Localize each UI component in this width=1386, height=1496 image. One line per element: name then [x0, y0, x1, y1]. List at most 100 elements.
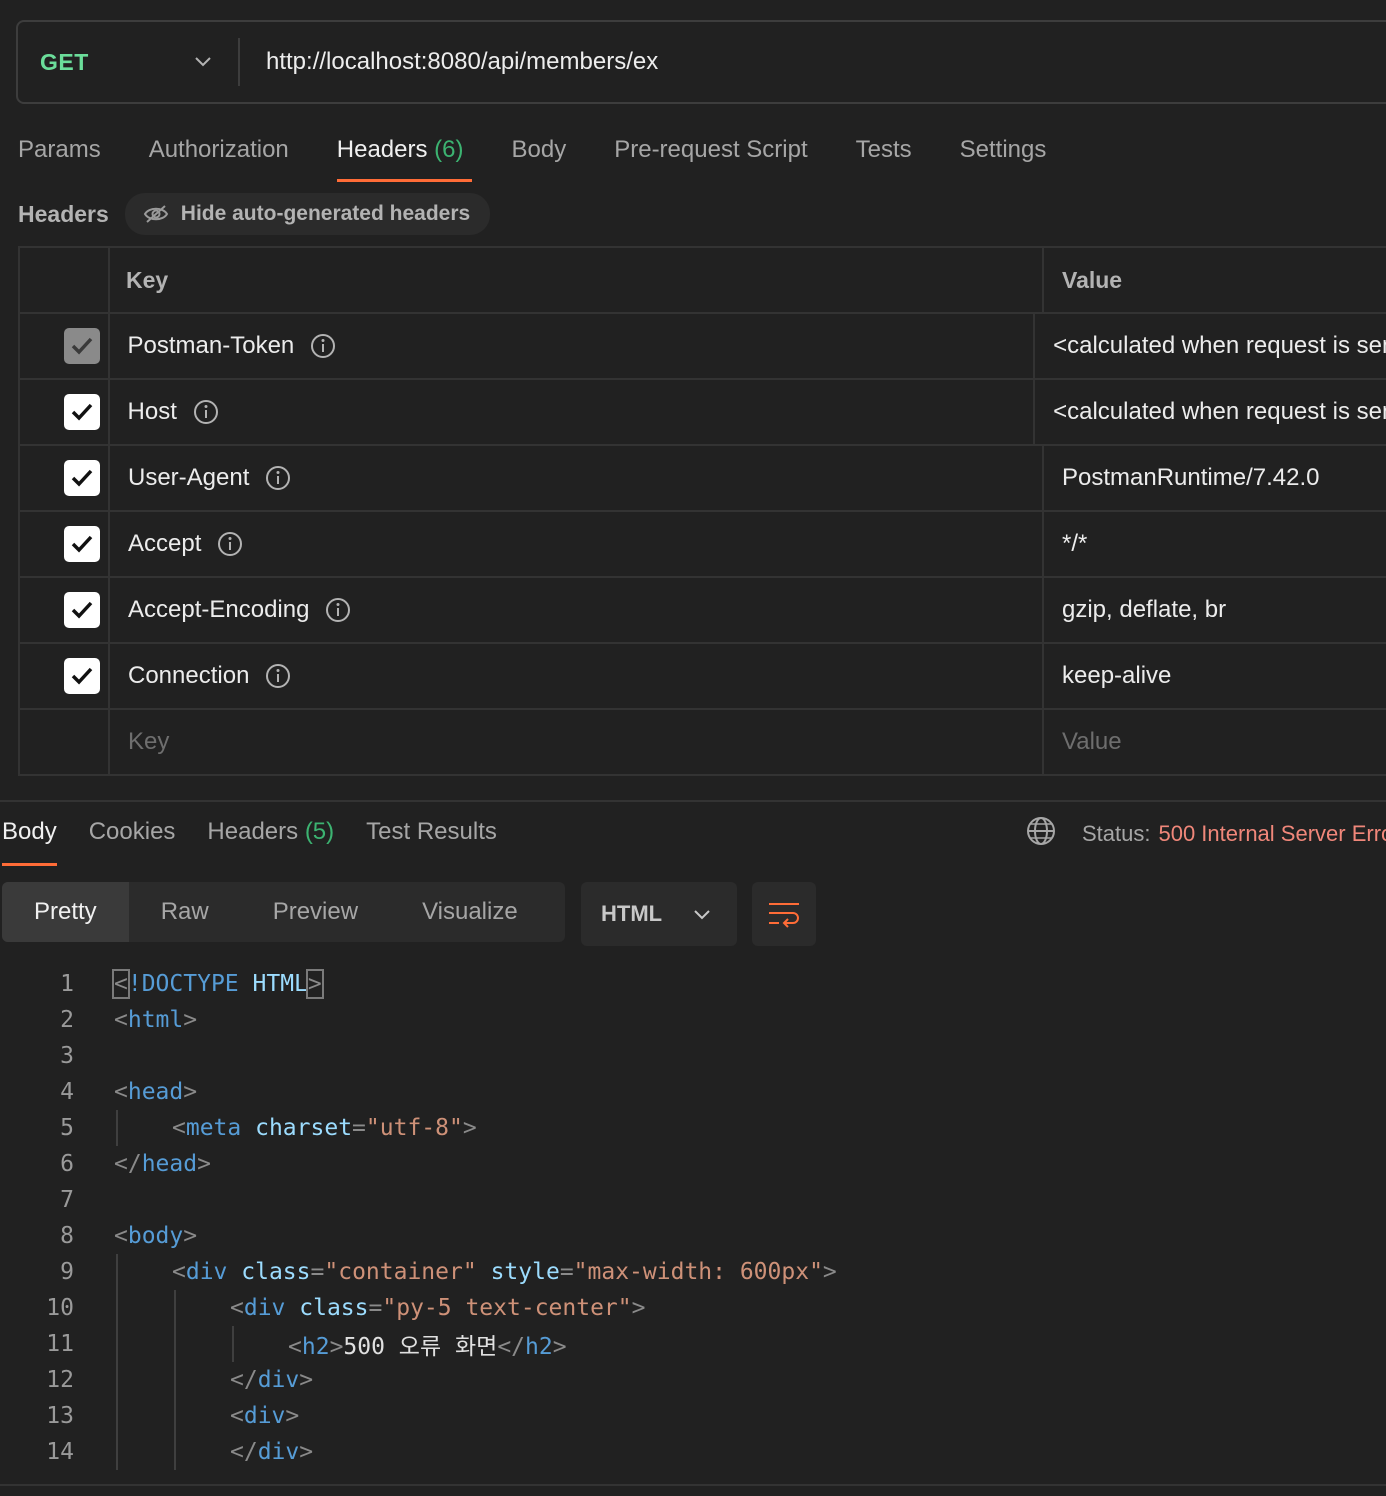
format-preview[interactable]: Preview [241, 882, 390, 942]
code-line: 14 </div> [0, 1434, 1386, 1470]
code-token: > [299, 1367, 314, 1393]
row-checkbox[interactable] [64, 526, 100, 562]
language-select[interactable]: HTML [581, 882, 737, 946]
code-token: > [183, 1223, 198, 1249]
method-select[interactable]: GET [18, 38, 240, 86]
code-token: > [462, 1115, 477, 1141]
code-token: < [288, 1334, 302, 1360]
info-icon[interactable] [193, 399, 219, 425]
table-row: User-Agent PostmanRuntime/7.42.0 [20, 446, 1386, 512]
pane-divider[interactable] [0, 800, 1386, 802]
header-value[interactable]: gzip, deflate, br [1044, 578, 1386, 642]
tab-label: Cookies [88, 818, 176, 845]
row-checkbox[interactable] [63, 328, 100, 364]
code-token: > [305, 969, 324, 999]
line-number: 7 [60, 1187, 74, 1213]
tab-tests[interactable]: Tests [856, 128, 912, 182]
code-line: 2 <html> [0, 1002, 1386, 1038]
code-text: <div class="py-5 text-center"> [230, 1295, 645, 1321]
header-key[interactable]: Postman-Token [110, 314, 1036, 378]
format-pretty[interactable]: Pretty [2, 882, 129, 942]
tab-cookies[interactable]: Cookies [89, 812, 176, 866]
info-icon[interactable] [217, 531, 243, 557]
new-value-input[interactable]: Value [1044, 710, 1386, 774]
code-token: "utf-8" [365, 1115, 463, 1141]
tab-pre-request-script[interactable]: Pre-request Script [614, 128, 807, 182]
row-checkbox[interactable] [64, 658, 100, 694]
header-value[interactable]: */* [1044, 512, 1386, 576]
indent-guide [116, 1362, 118, 1398]
info-icon[interactable] [265, 663, 291, 689]
table-header-row: Key Value [20, 248, 1386, 314]
line-number: 9 [60, 1259, 74, 1285]
header-key-text: Connection [128, 662, 250, 689]
tab-test-results[interactable]: Test Results [366, 812, 497, 866]
code-token: > [822, 1259, 837, 1285]
checkbox-cell [20, 644, 110, 708]
checkbox-cell [20, 578, 110, 642]
tab-headers[interactable]: Headers (6) [336, 128, 472, 182]
tab-label: Body [511, 136, 567, 163]
headers-title: Headers [18, 200, 109, 227]
header-key[interactable]: Connection [110, 644, 1044, 708]
line-number: 11 [46, 1331, 74, 1357]
info-icon[interactable] [310, 333, 336, 359]
header-key[interactable]: Host [110, 380, 1036, 444]
info-icon[interactable] [265, 465, 291, 491]
code-token: </ [230, 1367, 258, 1393]
code-token: 500 오류 화면 [343, 1334, 498, 1360]
format-raw[interactable]: Raw [129, 882, 241, 942]
code-line: 4 <head> [0, 1074, 1386, 1110]
table-row: Accept */* [20, 512, 1386, 578]
row-checkbox[interactable] [64, 460, 100, 496]
code-line: 1 <!DOCTYPE HTML> [0, 966, 1386, 1002]
info-icon[interactable] [325, 597, 351, 623]
checkbox-cell [20, 710, 110, 774]
tab-settings[interactable]: Settings [960, 128, 1047, 182]
header-key[interactable]: Accept [110, 512, 1044, 576]
status-value[interactable]: 500 Internal Server Error [1158, 821, 1386, 847]
header-value[interactable]: keep-alive [1044, 644, 1386, 708]
tab-response-body[interactable]: Body [2, 812, 57, 866]
code-line: 12 </div> [0, 1362, 1386, 1398]
tab-params[interactable]: Params [18, 128, 101, 182]
hide-auto-headers-button[interactable]: Hide auto-generated headers [124, 193, 491, 235]
code-token: = [352, 1115, 366, 1141]
url-input[interactable]: http://localhost:8080/api/members/ex [240, 48, 658, 76]
tab-response-headers[interactable]: Headers (5) [207, 812, 334, 866]
code-token: div [185, 1259, 228, 1285]
header-value[interactable]: <calculated when request is sent> [1035, 380, 1386, 444]
header-key[interactable]: User-Agent [110, 446, 1044, 510]
indent-guide [174, 1290, 176, 1326]
header-key[interactable]: Accept-Encoding [110, 578, 1044, 642]
tab-authorization[interactable]: Authorization [149, 128, 289, 182]
indent-guide [232, 1326, 234, 1362]
code-token: h2 [525, 1334, 553, 1360]
new-key-input[interactable]: Key [110, 710, 1044, 774]
tab-label: Pre-request Script [614, 136, 808, 163]
header-value[interactable]: PostmanRuntime/7.42.0 [1044, 446, 1386, 510]
tab-label: Tests [855, 136, 912, 163]
header-value[interactable]: <calculated when request is sent> [1035, 314, 1386, 378]
code-text: </div> [230, 1367, 313, 1393]
wrap-lines-button[interactable] [752, 882, 816, 946]
code-line: 9 <div class="container" style="max-width… [0, 1254, 1386, 1290]
code-token: HTML [252, 971, 308, 997]
code-token: html [127, 1007, 184, 1033]
checkbox-cell [20, 512, 110, 576]
globe-icon[interactable] [1026, 816, 1056, 852]
tab-body[interactable]: Body [512, 128, 567, 182]
code-token: </ [230, 1439, 258, 1465]
code-text: <head> [114, 1079, 197, 1105]
row-checkbox[interactable] [63, 394, 100, 430]
code-line: 13 <div> [0, 1398, 1386, 1434]
row-checkbox[interactable] [64, 592, 100, 628]
table-row: Connection keep-alive [20, 644, 1386, 710]
format-visualize[interactable]: Visualize [390, 882, 550, 942]
request-tabs: Params Authorization Headers (6) Body Pr… [18, 128, 1094, 182]
response-code-editor[interactable]: 1 <!DOCTYPE HTML> 2 <html> 3 4 <head> 5 <meta ch… [0, 966, 1386, 1470]
code-line: 7 [0, 1182, 1386, 1218]
checkbox-cell [20, 380, 110, 444]
